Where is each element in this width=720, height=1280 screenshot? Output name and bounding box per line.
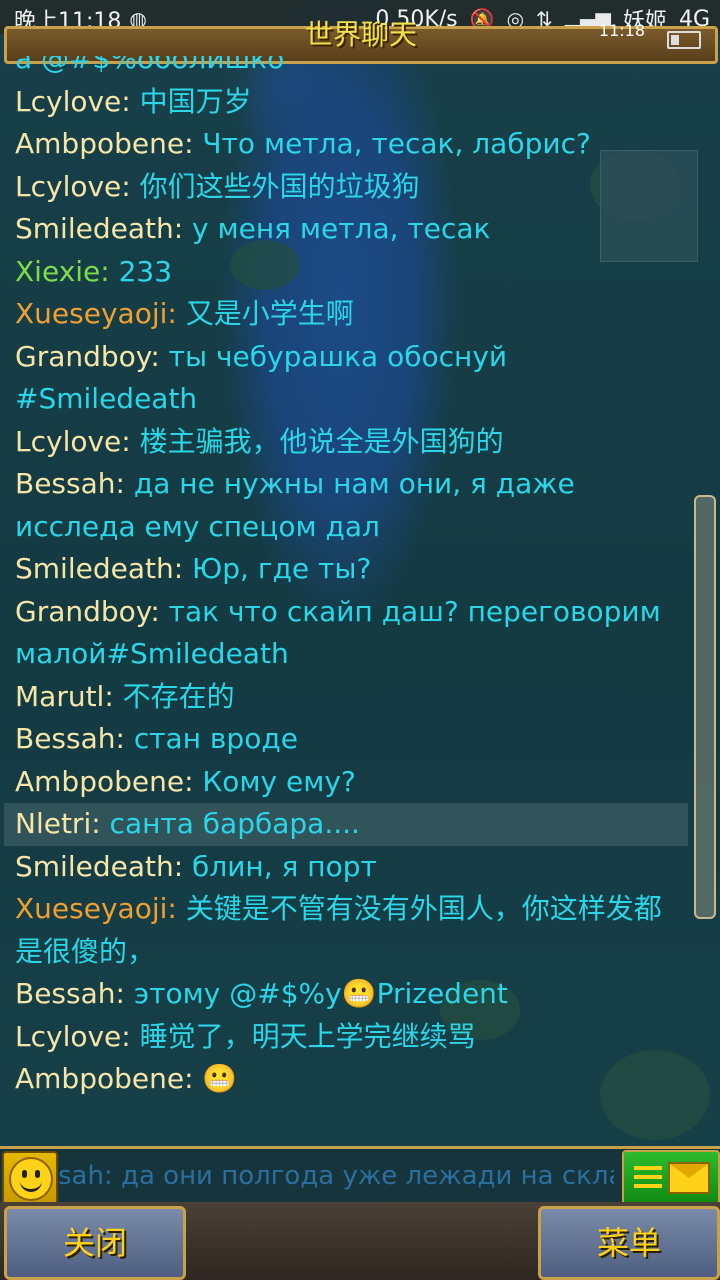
message-nickname[interactable]: Smiledeath: <box>15 212 183 245</box>
message-text: Юр, где ты? <box>183 552 372 585</box>
chat-message[interactable]: Ambpobene: Кому ему? <box>4 761 688 804</box>
message-nickname[interactable]: Xueseyaoji: <box>15 892 177 925</box>
message-text: 中国万岁 <box>130 84 252 118</box>
chat-message[interactable]: Bessah: этому @#$%y😬Prizedent <box>4 973 688 1016</box>
chat-message[interactable]: Lcylove: 你们这些外国的垃圾狗 <box>4 166 688 209</box>
message-text: 233 <box>109 254 173 288</box>
chat-message[interactable]: Smiledeath: у меня метла, тесак <box>4 208 688 251</box>
emoji-button[interactable] <box>2 1151 58 1205</box>
message-nickname[interactable]: Marutl: <box>15 680 114 713</box>
chat-log[interactable]: a @#$%оболишко Lcylove: 中国万岁 Ambpobene: Чт… <box>4 56 688 1146</box>
chat-message[interactable]: Bessah: да не нужны нам они, я даже иссл… <box>4 463 688 548</box>
message-text: 楼主骗我，他说全是外国狗的 <box>130 424 504 458</box>
chat-message[interactable]: a @#$%оболишко <box>4 56 688 81</box>
chat-message[interactable]: Xueseyaoji: 关键是不管有没有外国人，你这样发都是很傻的， <box>4 888 688 973</box>
message-text: этому @#$%y😬Prizedent <box>124 977 508 1010</box>
message-text: Кому ему? <box>193 764 356 798</box>
message-text: 你们这些外国的垃圾狗 <box>130 169 420 203</box>
chat-message[interactable]: Grandboy: ты чебурашка обоснуй #Smiledea… <box>4 336 688 421</box>
message-text: стан вроде <box>124 722 298 755</box>
message-nickname[interactable]: Lcylove: <box>15 425 131 458</box>
chat-message[interactable]: Ambpobene: Что метла, тесак, лабрис? <box>4 123 688 166</box>
chat-message[interactable]: Lcylove: 睡觉了，明天上学完继续骂 <box>4 1016 688 1059</box>
message-nickname[interactable]: Grandboy: <box>15 340 160 373</box>
envelope-icon <box>668 1162 710 1194</box>
message-nickname[interactable]: Nletri: <box>15 807 101 840</box>
battery-icon <box>667 31 701 49</box>
message-nickname[interactable]: Ambpobene: <box>15 1062 194 1095</box>
message-nickname[interactable]: Bessah: <box>15 977 125 1010</box>
chat-message[interactable]: Xueseyaoji: 又是小学生啊 <box>4 293 688 336</box>
message-nickname[interactable]: Grandboy: <box>15 595 160 628</box>
message-text: блин, я порт <box>183 849 377 883</box>
message-nickname[interactable]: Smiledeath: <box>15 850 183 883</box>
message-text: 😬 <box>193 1062 238 1095</box>
game-clock: 11:18 <box>598 21 645 40</box>
chat-message[interactable]: Lcylove: 楼主骗我，他说全是外国狗的 <box>4 421 688 464</box>
menu-button[interactable]: 菜单 <box>538 1206 720 1280</box>
message-nickname[interactable]: Xiexie: <box>15 255 110 288</box>
speed-lines-icon <box>634 1166 662 1188</box>
chat-message[interactable]: Marutl: 不存在的 <box>4 676 688 719</box>
message-text: санта барбара.... <box>100 807 360 840</box>
message-nickname[interactable]: Lcylove: <box>15 1020 131 1053</box>
chat-message[interactable]: Bessah: стан вроде <box>4 718 688 761</box>
message-nickname[interactable]: Ambpobene: <box>15 127 194 160</box>
message-text: a @#$%оболишко <box>15 56 285 75</box>
smiley-icon <box>9 1157 53 1201</box>
message-text: 睡觉了，明天上学完继续骂 <box>130 1019 476 1053</box>
chat-message[interactable]: Smiledeath: блин, я порт <box>4 846 688 889</box>
chat-message[interactable]: Grandboy: так что скайп даш? переговорим… <box>4 591 688 676</box>
close-button[interactable]: 关闭 <box>4 1206 186 1280</box>
chat-input-bar <box>0 1146 720 1208</box>
chat-message[interactable]: Smiledeath: Юр, где ты? <box>4 548 688 591</box>
message-text: 不存在的 <box>113 679 235 713</box>
chat-message[interactable]: Xiexie: 233 <box>4 251 688 294</box>
message-nickname[interactable]: Xueseyaoji: <box>15 297 177 330</box>
bottom-bar: 关闭 菜单 <box>0 1202 720 1280</box>
message-nickname[interactable]: Smiledeath: <box>15 552 183 585</box>
chat-message[interactable]: Nletri: санта барбара.... <box>4 803 688 846</box>
message-nickname[interactable]: Bessah: <box>15 467 125 500</box>
chat-input[interactable] <box>58 1155 614 1197</box>
chat-scrollbar[interactable] <box>694 495 716 919</box>
message-nickname[interactable]: Bessah: <box>15 722 125 755</box>
message-nickname[interactable]: Lcylove: <box>15 170 131 203</box>
chat-message[interactable]: Lcylove: 中国万岁 <box>4 81 688 124</box>
message-text: 又是小学生啊 <box>176 297 354 330</box>
message-text: у меня метла, тесак <box>183 212 491 245</box>
message-text: Что метла, тесак, лабрис? <box>193 127 591 160</box>
chat-message[interactable]: Ambpobene: 😬 <box>4 1058 688 1101</box>
message-nickname[interactable]: Lcylove: <box>15 85 131 118</box>
message-nickname[interactable]: Ambpobene: <box>15 765 194 798</box>
send-button[interactable] <box>622 1150 720 1206</box>
